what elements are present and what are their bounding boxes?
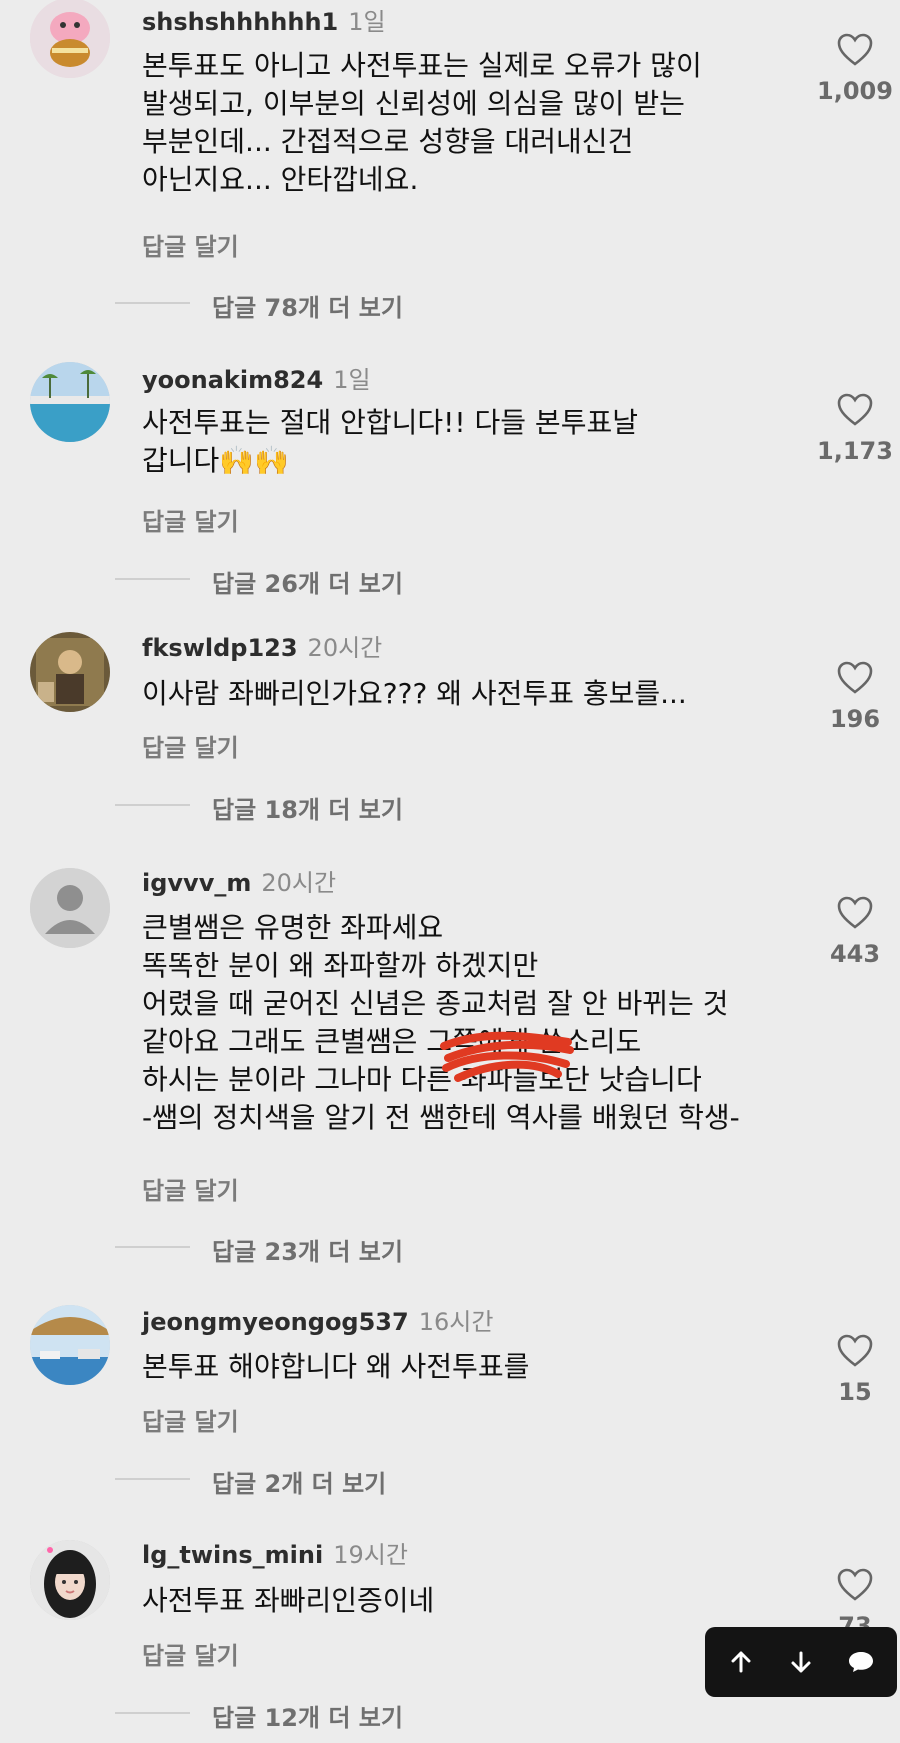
reply-button[interactable]: 답글 달기 [142, 1402, 239, 1437]
divider-line [115, 804, 190, 806]
heart-icon[interactable] [837, 33, 873, 67]
reply-button[interactable]: 답글 달기 [142, 1171, 239, 1206]
divider-line [115, 302, 190, 304]
comment-text: 본투표도 아니고 사전투표는 실제로 오류가 많이 발생되고, 이부분의 신뢰성… [142, 49, 702, 196]
heart-icon[interactable] [837, 661, 873, 695]
comment-text: 이사람 좌빠리인가요??? 왜 사전투표 홍보를... [142, 677, 687, 710]
like-count: 15 [838, 1378, 872, 1406]
username[interactable]: igvvv_m [142, 869, 251, 897]
pool-photo-avatar-icon[interactable] [30, 362, 110, 442]
painting-avatar-icon[interactable] [30, 632, 110, 712]
comment-text: 사전투표는 절대 안합니다!! 다들 본투표날 갑니다🙌🙌 [142, 406, 638, 477]
view-more-replies-label: 답글 12개 더 보기 [212, 1704, 403, 1732]
heart-icon[interactable] [837, 1568, 873, 1602]
comment-time: 16시간 [418, 1308, 494, 1336]
heart-icon[interactable] [837, 393, 873, 427]
like-count: 196 [829, 705, 881, 733]
like-control[interactable]: 15 [815, 1334, 895, 1406]
pink-cartoon-avatar-icon[interactable] [30, 0, 110, 78]
floating-navigation-bar [705, 1627, 897, 1697]
beach-umbrella-avatar-icon[interactable] [30, 1305, 110, 1385]
divider-line [115, 1246, 190, 1248]
comment-text: 큰별쌤은 유명한 좌파세요 똑똑한 분이 왜 좌파할까 하겠지만 어렸을 때 굳… [142, 911, 740, 1134]
divider-line [115, 578, 190, 580]
username[interactable]: lg_twins_mini [142, 1541, 323, 1569]
like-control[interactable]: 1,173 [815, 393, 895, 465]
speech-bubble-icon[interactable] [831, 1627, 891, 1697]
like-count: 1,009 [817, 77, 893, 105]
view-more-replies-label: 답글 26개 더 보기 [212, 570, 403, 598]
username[interactable]: fkswldp123 [142, 634, 298, 662]
comment-text: 본투표 해야합니다 왜 사전투표를 [142, 1350, 530, 1383]
like-control[interactable]: 1,009 [815, 33, 895, 105]
like-control[interactable]: 196 [815, 661, 895, 733]
default-user-avatar-icon[interactable] [30, 868, 110, 948]
comment-text: 사전투표 좌빠리인증이네 [142, 1584, 435, 1617]
divider-line [115, 1478, 190, 1480]
username[interactable]: yoonakim824 [142, 366, 323, 394]
reply-button[interactable]: 답글 달기 [142, 728, 239, 763]
view-more-replies-label: 답글 78개 더 보기 [212, 294, 403, 322]
comment-time: 20시간 [261, 869, 337, 897]
red-scribble-redaction [440, 1031, 574, 1082]
heart-icon[interactable] [837, 1334, 873, 1368]
like-control[interactable]: 443 [815, 896, 895, 968]
comment-time: 1일 [348, 8, 386, 36]
view-more-replies-label: 답글 2개 더 보기 [212, 1470, 387, 1498]
comment-time: 1일 [333, 366, 371, 394]
view-more-replies-label: 답글 18개 더 보기 [212, 796, 403, 824]
like-count: 1,173 [817, 437, 893, 465]
view-more-replies-label: 답글 23개 더 보기 [212, 1238, 403, 1266]
username[interactable]: shshshhhhhh1 [142, 8, 338, 36]
reply-button[interactable]: 답글 달기 [142, 502, 239, 537]
comment-time: 20시간 [307, 634, 383, 662]
reply-button[interactable]: 답글 달기 [142, 1636, 239, 1671]
comment-time: 19시간 [333, 1541, 408, 1569]
arrow-up-icon[interactable] [711, 1627, 771, 1697]
arrow-down-icon[interactable] [771, 1627, 831, 1697]
like-count: 443 [829, 940, 881, 968]
username[interactable]: jeongmyeongog537 [142, 1308, 409, 1336]
reply-button[interactable]: 답글 달기 [142, 227, 239, 262]
divider-line [115, 1712, 190, 1714]
heart-icon[interactable] [837, 896, 873, 930]
girl-portrait-avatar-icon[interactable] [30, 1540, 110, 1620]
